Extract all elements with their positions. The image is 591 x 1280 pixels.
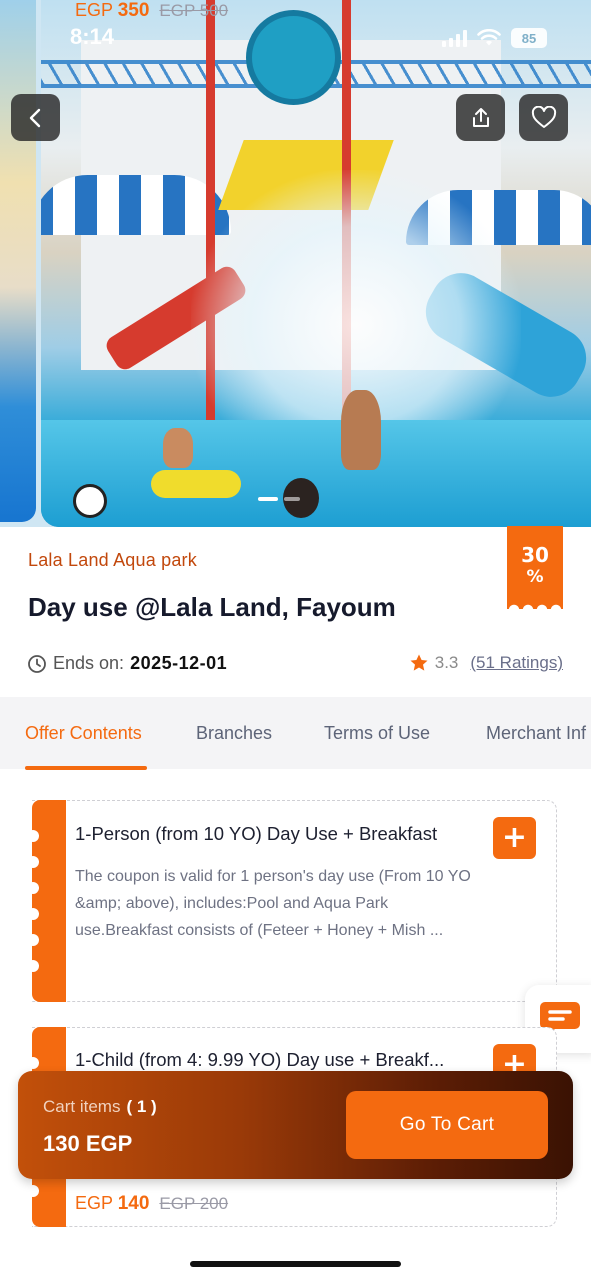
favorite-button[interactable] bbox=[519, 94, 568, 141]
discount-value: 30 bbox=[521, 543, 549, 567]
active-tab-indicator bbox=[25, 766, 147, 770]
status-icons: 85 bbox=[442, 28, 547, 48]
price-current: EGP 350 bbox=[75, 0, 150, 21]
hero-image bbox=[41, 0, 591, 527]
tab-offer-contents[interactable]: Offer Contents bbox=[25, 723, 142, 744]
tab-merchant-info[interactable]: Merchant Inf bbox=[486, 723, 586, 744]
hero-carousel[interactable] bbox=[0, 0, 591, 527]
go-to-cart-button[interactable]: Go To Cart bbox=[346, 1091, 548, 1159]
item-price: EGP 140 EGP 200 bbox=[75, 1193, 228, 1215]
previous-slide-preview[interactable] bbox=[0, 0, 36, 522]
item-price: EGP 350 EGP 500 bbox=[75, 0, 228, 22]
clock-icon bbox=[28, 654, 46, 673]
wifi-icon bbox=[477, 29, 501, 46]
price-current: EGP 140 bbox=[75, 1193, 150, 1214]
price-original: EGP 500 bbox=[159, 1, 229, 20]
back-arrow-icon bbox=[29, 108, 40, 127]
offer-title: Day use @Lala Land, Fayoum bbox=[28, 592, 396, 622]
discount-unit: % bbox=[526, 567, 544, 587]
plus-icon: + bbox=[501, 820, 528, 855]
star-icon bbox=[410, 654, 428, 671]
tab-terms-of-use[interactable]: Terms of Use bbox=[324, 723, 430, 744]
offer-item-card[interactable]: 1-Person (from 10 YO) Day Use + Breakfas… bbox=[27, 800, 557, 1002]
pager-dot-active bbox=[258, 497, 278, 501]
share-button[interactable] bbox=[456, 94, 505, 141]
item-title: 1-Child (from 4: 9.99 YO) Day use + Brea… bbox=[75, 1049, 445, 1070]
back-button[interactable] bbox=[11, 94, 60, 141]
cart-count: ( 1 ) bbox=[126, 1097, 157, 1116]
cart-items-label: Cart items( 1 ) bbox=[43, 1097, 157, 1116]
ends-date: 2025-12-01 bbox=[130, 653, 228, 673]
cart-bar: Cart items( 1 ) 130 EGP Go To Cart bbox=[18, 1071, 573, 1179]
battery-icon: 85 bbox=[511, 28, 547, 48]
pager-dot bbox=[284, 497, 300, 501]
carousel-pager bbox=[258, 497, 300, 501]
tab-branches[interactable]: Branches bbox=[196, 723, 272, 744]
price-original: EGP 200 bbox=[159, 1194, 229, 1213]
tab-bar: Offer Contents Branches Terms of Use Mer… bbox=[0, 697, 591, 769]
item-description: The coupon is valid for 1 person's day u… bbox=[75, 868, 471, 939]
ends-label: Ends on: bbox=[53, 653, 125, 673]
ratings-link[interactable]: (51 Ratings) bbox=[470, 653, 563, 673]
merchant-name[interactable]: Lala Land Aqua park bbox=[28, 550, 197, 571]
status-time: 8:14 bbox=[70, 24, 115, 49]
share-icon bbox=[472, 107, 489, 127]
end-date: Ends on: 2025-12-01 bbox=[27, 653, 227, 674]
signal-icon bbox=[442, 29, 467, 47]
discount-badge: 30 % bbox=[507, 526, 563, 610]
heart-icon bbox=[531, 105, 556, 128]
add-item-button[interactable]: + bbox=[493, 817, 536, 859]
item-title: 1-Person (from 10 YO) Day Use + Breakfas… bbox=[75, 823, 438, 844]
rating-summary[interactable]: 3.3 (51 Ratings) bbox=[409, 653, 563, 673]
rating-score: 3.3 bbox=[434, 653, 459, 672]
cart-total: 130 EGP bbox=[43, 1131, 133, 1156]
home-indicator[interactable] bbox=[190, 1261, 401, 1267]
